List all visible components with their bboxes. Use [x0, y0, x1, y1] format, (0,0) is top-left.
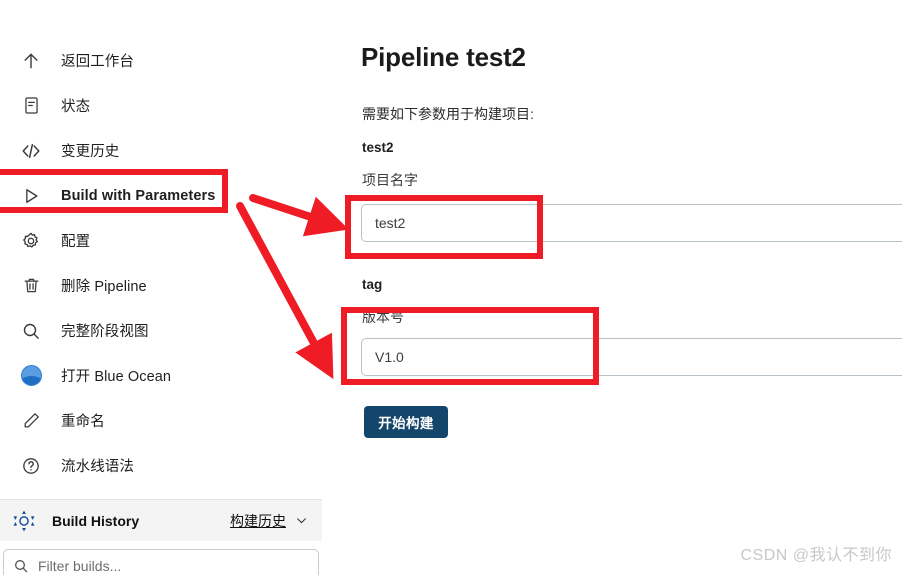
sidebar: 返回工作台 状态 变更历史 Build with Parameters 配置 删…: [0, 0, 322, 575]
code-brackets-icon: [18, 138, 44, 164]
sidebar-item-change-history[interactable]: 变更历史: [0, 128, 322, 173]
project-name-input-value: test2: [375, 215, 406, 231]
build-history-title: Build History: [52, 512, 140, 529]
sidebar-item-label: 删除 Pipeline: [61, 279, 147, 295]
sidebar-item-label: 重命名: [61, 414, 105, 430]
filter-builds-placeholder: Filter builds...: [38, 558, 122, 574]
sidebar-item-delete-pipeline[interactable]: 删除 Pipeline: [0, 263, 322, 308]
app-root: 返回工作台 状态 变更历史 Build with Parameters 配置 删…: [0, 0, 902, 575]
sidebar-item-label: 打开 Blue Ocean: [61, 369, 172, 385]
play-triangle-icon: [18, 183, 44, 209]
document-status-icon: [18, 93, 44, 119]
sidebar-item-label: 流水线语法: [61, 459, 134, 475]
start-build-button[interactable]: 开始构建: [364, 406, 448, 438]
sidebar-item-back-to-dashboard[interactable]: 返回工作台: [0, 38, 322, 83]
sidebar-item-label: 状态: [61, 99, 91, 115]
arrow-up-icon: [18, 48, 44, 74]
gear-icon: [18, 228, 44, 254]
parameter-description-project: 项目名字: [362, 172, 418, 188]
filter-builds-wrapper: Filter builds...: [0, 549, 322, 575]
page-title: Pipeline test2: [361, 42, 526, 72]
filter-builds-input[interactable]: Filter builds...: [3, 549, 319, 575]
sidebar-item-label: 配置: [61, 234, 91, 250]
trash-icon: [18, 273, 44, 299]
sidebar-item-open-blue-ocean[interactable]: 打开 Blue Ocean: [0, 353, 322, 398]
sidebar-item-configure[interactable]: 配置: [0, 218, 322, 263]
sidebar-item-label: 完整阶段视图: [61, 324, 149, 340]
sidebar-item-full-stage-view[interactable]: 完整阶段视图: [0, 308, 322, 353]
sidebar-item-rename[interactable]: 重命名: [0, 398, 322, 443]
build-history-actions: 构建历史: [230, 511, 308, 531]
sidebar-item-status[interactable]: 状态: [0, 83, 322, 128]
tag-input[interactable]: V1.0: [361, 338, 902, 376]
parameter-description-tag: 版本号: [362, 309, 404, 325]
build-history-header[interactable]: Build History 构建历史: [0, 499, 322, 541]
question-circle-icon: [18, 453, 44, 479]
tag-input-value: V1.0: [375, 349, 404, 365]
pencil-icon: [18, 408, 44, 434]
project-name-input[interactable]: test2: [361, 204, 902, 242]
sidebar-item-build-with-parameters[interactable]: Build with Parameters: [0, 173, 322, 218]
watermark: CSDN @我认不到你: [740, 547, 892, 564]
sidebar-item-pipeline-syntax[interactable]: 流水线语法: [0, 443, 322, 488]
chevron-down-icon[interactable]: [295, 514, 308, 527]
build-history-link[interactable]: 构建历史: [230, 511, 286, 531]
search-icon: [18, 318, 44, 344]
search-icon: [13, 558, 29, 574]
main-content: Pipeline test2 需要如下参数用于构建项目: test2 项目名字 …: [361, 0, 902, 575]
parameter-name-project: test2: [362, 140, 394, 155]
sidebar-item-label: 变更历史: [61, 144, 120, 160]
jenkins-sun-icon: [12, 509, 36, 533]
blue-ocean-icon: [18, 363, 44, 389]
sidebar-item-label: 返回工作台: [61, 54, 134, 70]
parameter-name-tag: tag: [362, 277, 383, 292]
sidebar-nav-list: 返回工作台 状态 变更历史 Build with Parameters 配置 删…: [0, 38, 322, 488]
sidebar-item-label: Build with Parameters: [61, 187, 216, 204]
parameters-intro-text: 需要如下参数用于构建项目:: [362, 106, 534, 122]
